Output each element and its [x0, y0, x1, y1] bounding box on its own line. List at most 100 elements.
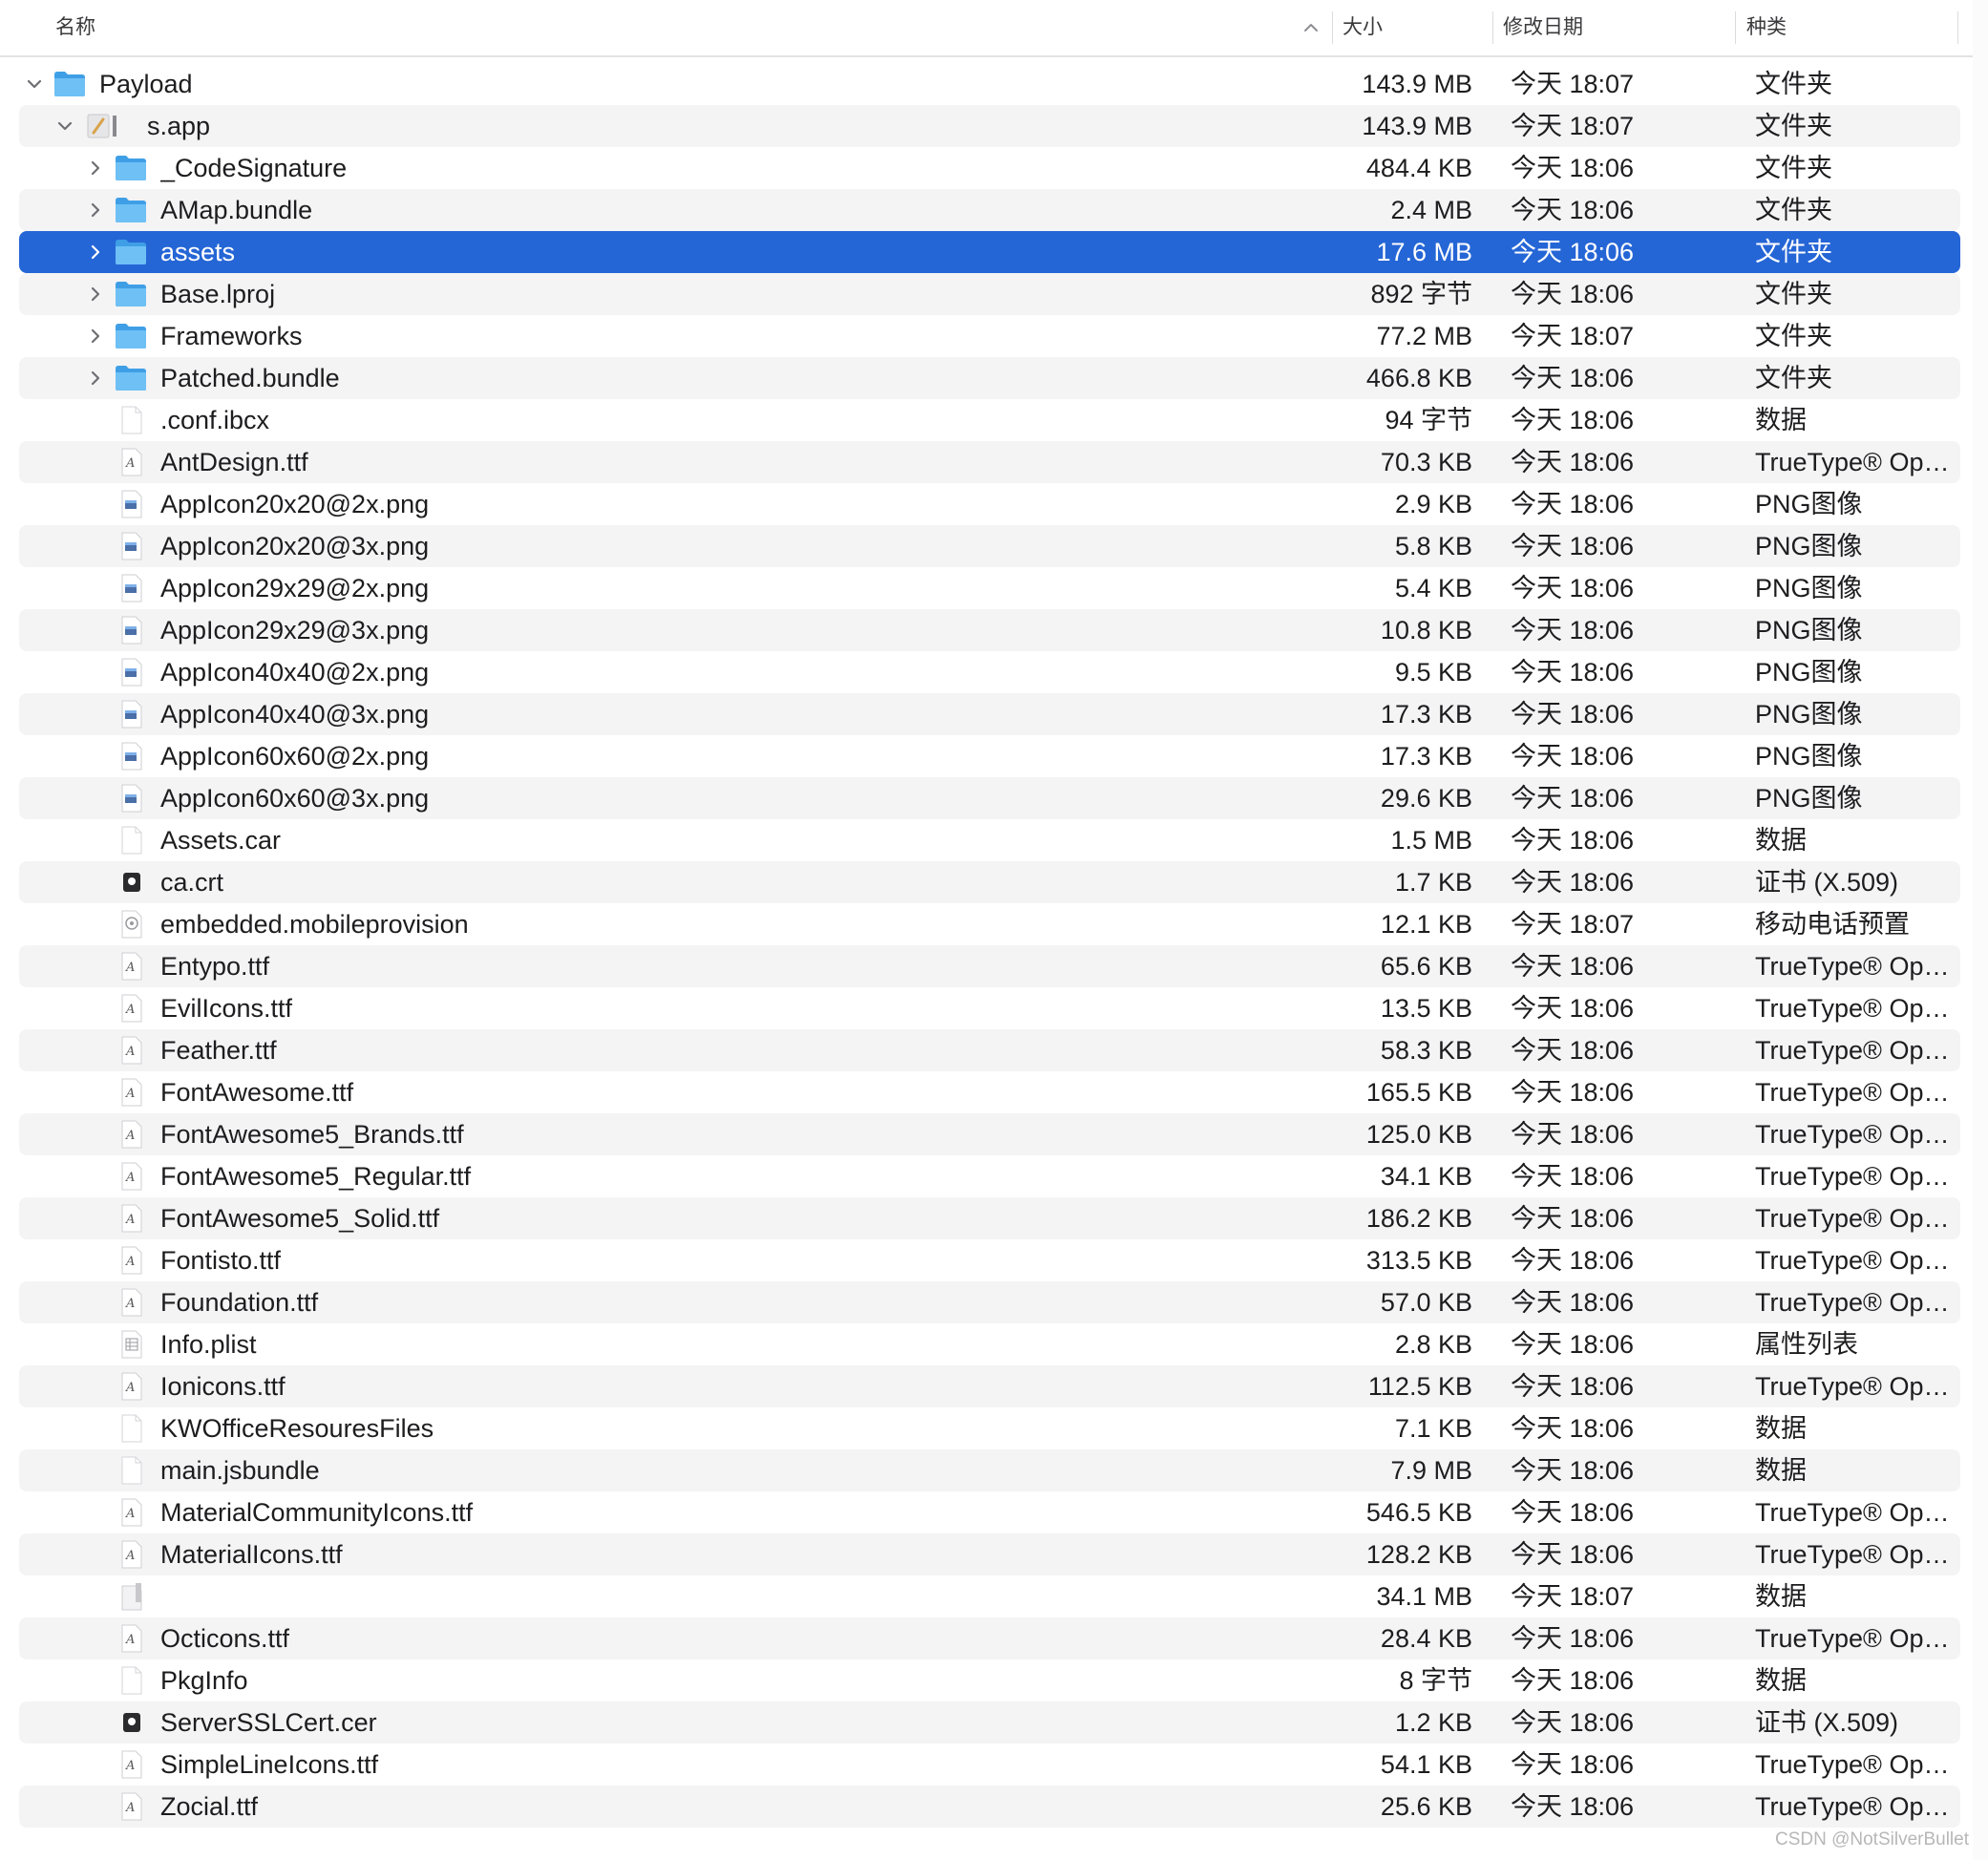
svg-text:A: A: [125, 1381, 135, 1395]
file-size: 546.5 KB: [1365, 1498, 1472, 1527]
table-row[interactable]: KWOfficeResouresFiles 7.1 KB 今天 18:06 数据: [19, 1407, 1960, 1449]
table-row[interactable]: A AntDesign.ttf 70.3 KB 今天 18:06 TrueType® O…: [19, 441, 1960, 483]
table-row[interactable]: A FontAwesome.ttf 165.5 KB 今天 18:06 TrueType…: [19, 1071, 1960, 1113]
svg-text:A: A: [125, 1003, 135, 1017]
table-row[interactable]: Patched.bundle 466.8 KB 今天 18:06 文件夹: [19, 357, 1960, 399]
table-row[interactable]: A SimpleLineIcons.ttf 54.1 KB 今天 18:06 TrueT…: [19, 1744, 1960, 1786]
table-row[interactable]: A EvilIcons.ttf 13.5 KB 今天 18:06 TrueType® O…: [19, 987, 1960, 1029]
file-kind: PNG图像: [1755, 700, 1863, 729]
table-row[interactable]: AppIcon29x29@2x.png 5.4 KB 今天 18:06 PNG图像: [19, 567, 1960, 609]
file-kind: TrueType® OpenType font: [1755, 1624, 1956, 1653]
table-row[interactable]: PkgInfo 8 字节 今天 18:06 数据: [19, 1659, 1960, 1701]
table-row[interactable]: A Octicons.ttf 28.4 KB 今天 18:06 TrueType® Op…: [19, 1617, 1960, 1659]
font-file-icon: A: [115, 1204, 147, 1237]
file-kind: 证书 (X.509): [1755, 1708, 1899, 1737]
table-row[interactable]: _CodeSignature 484.4 KB 今天 18:06 文件夹: [19, 147, 1960, 189]
table-row[interactable]: A Entypo.ttf 65.6 KB 今天 18:06 TrueType® Open…: [19, 945, 1960, 987]
table-row[interactable]: A Feather.ttf 58.3 KB 今天 18:06 TrueType® Ope…: [19, 1029, 1960, 1071]
table-row[interactable]: Base.lproj 892 字节 今天 18:06 文件夹: [19, 273, 1960, 315]
file-size: 5.4 KB: [1394, 574, 1472, 602]
file-kind: TrueType® OpenType font: [1755, 1372, 1956, 1401]
chevron-right-icon[interactable]: [86, 201, 105, 220]
svg-text:A: A: [125, 1255, 135, 1269]
svg-text:A: A: [125, 1297, 135, 1311]
table-row[interactable]: Payload 143.9 MB 今天 18:07 文件夹: [19, 63, 1960, 105]
file-kind: 文件夹: [1755, 154, 1832, 182]
file-modified-date: 今天 18:06: [1511, 868, 1635, 897]
table-row[interactable]: .conf.ibcx 94 字节 今天 18:06 数据: [19, 399, 1960, 441]
file-size: 143.9 MB: [1362, 112, 1472, 140]
table-row[interactable]: A Foundation.ttf 57.0 KB 今天 18:06 TrueType® …: [19, 1281, 1960, 1323]
file-kind: TrueType® OpenType font: [1755, 448, 1956, 476]
file-modified-date: 今天 18:07: [1511, 322, 1635, 350]
column-header-kind[interactable]: 种类: [1746, 0, 1787, 55]
table-row[interactable]: A Ionicons.ttf 112.5 KB 今天 18:06 TrueType® O…: [19, 1365, 1960, 1407]
column-divider[interactable]: [1492, 11, 1493, 44]
table-row[interactable]: A MaterialIcons.ttf 128.2 KB 今天 18:06 TrueTy…: [19, 1533, 1960, 1575]
table-row[interactable]: Frameworks 77.2 MB 今天 18:07 文件夹: [19, 315, 1960, 357]
table-row[interactable]: AppIcon29x29@3x.png 10.8 KB 今天 18:06 PNG图像: [19, 609, 1960, 651]
chevron-right-icon[interactable]: [86, 243, 105, 262]
table-row-selected[interactable]: assets 17.6 MB 今天 18:06 文件夹: [19, 231, 1960, 273]
file-kind: 文件夹: [1755, 322, 1832, 350]
file-name: FontAwesome5_Brands.ttf: [160, 1120, 464, 1149]
column-header-name[interactable]: 名称: [55, 0, 95, 55]
file-size: 313.5 KB: [1365, 1246, 1472, 1275]
table-row[interactable]: AppIcon40x40@3x.png 17.3 KB 今天 18:06 PNG图像: [19, 693, 1960, 735]
table-row[interactable]: A FontAwesome5_Brands.ttf 125.0 KB 今天 18:06…: [19, 1113, 1960, 1155]
sort-ascending-icon[interactable]: [1302, 19, 1320, 41]
chevron-right-icon[interactable]: [86, 285, 105, 304]
blank-document-icon: [115, 1666, 147, 1700]
table-row[interactable]: ServerSSLCert.cer 1.2 KB 今天 18:06 证书 (X.509…: [19, 1701, 1960, 1744]
chevron-right-icon[interactable]: [86, 159, 105, 178]
table-row[interactable]: AppIcon60x60@2x.png 17.3 KB 今天 18:06 PNG图像: [19, 735, 1960, 777]
column-divider[interactable]: [1735, 11, 1736, 44]
file-kind: PNG图像: [1755, 658, 1863, 687]
file-kind: 数据: [1755, 406, 1807, 434]
table-row[interactable]: AppIcon20x20@3x.png 5.8 KB 今天 18:06 PNG图像: [19, 525, 1960, 567]
file-kind: TrueType® OpenType font: [1755, 1120, 1956, 1149]
table-row[interactable]: A MaterialCommunityIcons.ttf 546.5 KB 今天 18…: [19, 1491, 1960, 1533]
file-size: 125.0 KB: [1365, 1120, 1472, 1149]
table-row[interactable]: AppIcon60x60@3x.png 29.6 KB 今天 18:06 PNG图像: [19, 777, 1960, 819]
file-kind: 数据: [1755, 1582, 1807, 1611]
file-modified-date: 今天 18:07: [1511, 70, 1635, 98]
column-header-date[interactable]: 修改日期: [1503, 0, 1583, 55]
table-row[interactable]: AMap.bundle 2.4 MB 今天 18:06 文件夹: [19, 189, 1960, 231]
column-divider[interactable]: [1332, 11, 1333, 44]
file-modified-date: 今天 18:06: [1511, 406, 1635, 434]
table-row[interactable]: 34.1 MB 今天 18:07 数据: [19, 1575, 1960, 1617]
file-name: Ionicons.ttf: [160, 1372, 286, 1401]
file-size: 466.8 KB: [1365, 364, 1472, 392]
table-row[interactable]: A Zocial.ttf 25.6 KB 今天 18:06 TrueType® Open…: [19, 1786, 1960, 1828]
chevron-down-icon[interactable]: [25, 74, 44, 94]
table-row[interactable]: ca.crt 1.7 KB 今天 18:06 证书 (X.509): [19, 861, 1960, 903]
table-row[interactable]: A Fontisto.ttf 313.5 KB 今天 18:06 TrueType® O…: [19, 1239, 1960, 1281]
file-size: 8 字节: [1399, 1666, 1472, 1695]
table-row[interactable]: AppIcon20x20@2x.png 2.9 KB 今天 18:06 PNG图像: [19, 483, 1960, 525]
table-row[interactable]: Info.plist 2.8 KB 今天 18:06 属性列表: [19, 1323, 1960, 1365]
chevron-right-icon[interactable]: [86, 327, 105, 346]
vertical-scrollbar[interactable]: [1973, 0, 1988, 1860]
file-name: ServerSSLCert.cer: [160, 1708, 377, 1737]
file-kind: PNG图像: [1755, 616, 1863, 645]
column-header-size[interactable]: 大小: [1343, 0, 1383, 55]
file-name: _CodeSignature: [160, 154, 348, 182]
blank-document-icon: [115, 1414, 147, 1448]
svg-text:A: A: [125, 1633, 135, 1647]
table-row[interactable]: s.app 143.9 MB 今天 18:07 文件夹: [19, 105, 1960, 147]
file-size: 9.5 KB: [1394, 658, 1472, 687]
table-row[interactable]: A FontAwesome5_Regular.ttf 34.1 KB 今天 18:06…: [19, 1155, 1960, 1197]
font-file-icon: A: [115, 1246, 147, 1279]
table-row[interactable]: A FontAwesome5_Solid.ttf 186.2 KB 今天 18:06 T…: [19, 1197, 1960, 1239]
table-row[interactable]: Assets.car 1.5 MB 今天 18:06 数据: [19, 819, 1960, 861]
file-size: 57.0 KB: [1380, 1288, 1472, 1317]
column-divider[interactable]: [1957, 11, 1958, 44]
file-size: 1.5 MB: [1390, 826, 1472, 855]
chevron-down-icon[interactable]: [55, 116, 74, 136]
file-kind: PNG图像: [1755, 532, 1863, 560]
chevron-right-icon[interactable]: [86, 369, 105, 388]
table-row[interactable]: embedded.mobileprovision 12.1 KB 今天 18:07 移…: [19, 903, 1960, 945]
table-row[interactable]: main.jsbundle 7.9 MB 今天 18:06 数据: [19, 1449, 1960, 1491]
table-row[interactable]: AppIcon40x40@2x.png 9.5 KB 今天 18:06 PNG图像: [19, 651, 1960, 693]
